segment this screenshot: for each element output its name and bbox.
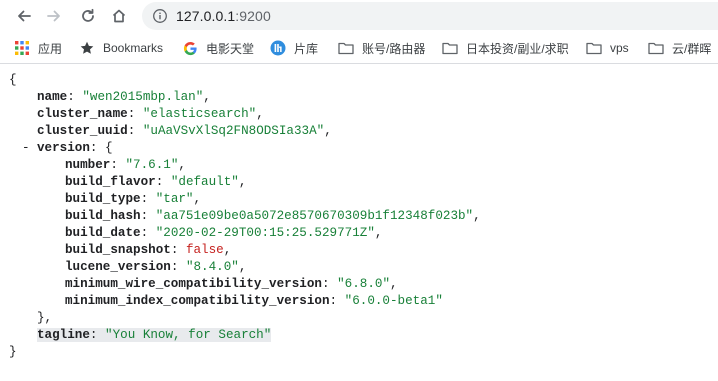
- json-string-value: "8.4.0": [185, 260, 239, 274]
- json-version-close-brace: },: [37, 311, 53, 325]
- folder-icon: [338, 40, 354, 56]
- json-key: minimum_wire_compatibility_version: [65, 277, 322, 291]
- json-key: version: [37, 141, 90, 155]
- bookmark-folder-cloud-synology[interactable]: 云/群晖: [648, 39, 711, 57]
- json-line-cluster-name: cluster_name: "elasticsearch",: [37, 107, 264, 121]
- json-string-value: "wen2015mbp.lan": [82, 90, 204, 104]
- json-key: build_snapshot: [65, 243, 171, 257]
- bookmark-pianku[interactable]: 片库: [270, 39, 318, 57]
- json-key: cluster_name: [37, 107, 128, 121]
- json-string-value: "2020-02-29T00:15:25.529771Z": [155, 226, 375, 240]
- bookmark-label: 账号/路由器: [362, 41, 426, 56]
- highlighted-line: tagline: "You Know, for Search": [37, 328, 272, 342]
- json-key: lucene_version: [65, 260, 171, 274]
- json-key: build_hash: [65, 209, 141, 223]
- json-string-value: "elasticsearch": [142, 107, 257, 121]
- bookmark-movie-heaven[interactable]: 电影天堂: [182, 39, 254, 57]
- json-key: minimum_index_compatibility_version: [65, 294, 330, 308]
- url-text[interactable]: 127.0.0.1:9200: [176, 8, 271, 24]
- json-line-version: - version: {: [22, 140, 113, 157]
- json-viewer: { name: "wen2015mbp.lan", cluster_name: …: [0, 72, 718, 361]
- back-arrow-icon[interactable]: [12, 4, 36, 28]
- json-line-build-snapshot: build_snapshot: false,: [65, 243, 232, 257]
- collapse-toggle[interactable]: -: [22, 140, 30, 157]
- json-key: number: [65, 158, 111, 172]
- bookmark-folder-japan-invest[interactable]: 日本投资/副业/求职: [442, 39, 569, 57]
- json-string-value: "You Know, for Search": [105, 328, 272, 342]
- json-line-min-wire: minimum_wire_compatibility_version: "6.8…: [65, 277, 398, 291]
- pianku-icon: [270, 40, 286, 56]
- json-open-brace: {: [9, 73, 17, 87]
- browser-toolbar: 127.0.0.1:9200: [0, 0, 718, 33]
- folder-icon: [648, 40, 664, 56]
- url-port: :9200: [235, 8, 271, 24]
- json-string-value: "6.0.0-beta1": [344, 294, 443, 308]
- bookmark-label: vps: [610, 41, 629, 55]
- json-line-min-index: minimum_index_compatibility_version: "6.…: [65, 294, 443, 308]
- bookmark-label: 应用: [38, 41, 63, 56]
- json-key: build_flavor: [65, 175, 156, 189]
- json-key: build_type: [65, 192, 141, 206]
- home-icon[interactable]: [107, 4, 131, 28]
- json-line-name: name: "wen2015mbp.lan",: [37, 90, 211, 104]
- json-key: build_date: [65, 226, 141, 240]
- json-line-lucene-version: lucene_version: "8.4.0",: [65, 260, 247, 274]
- bookmark-label: Bookmarks: [103, 41, 164, 55]
- json-string-value: "tar": [155, 192, 194, 206]
- reload-icon[interactable]: [76, 4, 100, 28]
- star-icon: [79, 40, 95, 56]
- json-key: name: [37, 90, 68, 104]
- json-string-value: "6.8.0": [337, 277, 390, 291]
- bookmark-label: 片库: [294, 41, 319, 56]
- json-key: cluster_uuid: [37, 124, 128, 138]
- folder-icon: [442, 40, 458, 56]
- info-icon[interactable]: [152, 8, 168, 24]
- json-line-build-flavor: build_flavor: "default",: [65, 175, 247, 189]
- bookmark-label: 云/群晖: [672, 41, 712, 56]
- forward-arrow-icon[interactable]: [42, 4, 66, 28]
- json-key: tagline: [37, 328, 90, 342]
- google-g-icon: [182, 40, 198, 56]
- json-line-tagline: tagline: "You Know, for Search": [0, 327, 718, 344]
- json-string-value: "default": [170, 175, 239, 189]
- bookmark-folder-vps[interactable]: vps: [586, 39, 629, 57]
- json-line-cluster-uuid: cluster_uuid: "uAaVSvXlSq2FN8ODSIa33A",: [37, 124, 332, 138]
- json-string-value: "7.6.1": [125, 158, 179, 172]
- bookmark-apps[interactable]: 应用: [14, 39, 62, 57]
- bookmark-bookmarks[interactable]: Bookmarks: [79, 39, 163, 57]
- bookmark-label: 电影天堂: [206, 41, 255, 56]
- json-line-build-date: build_date: "2020-02-29T00:15:25.529771Z…: [65, 226, 383, 240]
- bookmarks-bar: 应用 Bookmarks 电影天堂 片库 账号/路由器 日本投资/副业/求职 v…: [0, 33, 718, 64]
- address-bar[interactable]: 127.0.0.1:9200: [142, 2, 718, 30]
- json-line-build-hash: build_hash: "aa751e09be0a5072e8570670309…: [65, 209, 481, 223]
- bookmark-folder-accounts-router[interactable]: 账号/路由器: [338, 39, 425, 57]
- json-boolean-value: false: [185, 243, 224, 257]
- bookmark-label: 日本投资/副业/求职: [466, 41, 569, 56]
- json-close-brace: }: [9, 345, 17, 359]
- apps-grid-icon: [14, 40, 30, 56]
- json-string-value: "uAaVSvXlSq2FN8ODSIa33A": [142, 124, 325, 138]
- json-line-number: number: "7.6.1",: [65, 158, 186, 172]
- json-string-value: "aa751e09be0a5072e8570670309b1f12348f023…: [155, 209, 474, 223]
- folder-icon: [586, 40, 602, 56]
- json-line-build-type: build_type: "tar",: [65, 192, 202, 206]
- url-host: 127.0.0.1: [176, 8, 236, 24]
